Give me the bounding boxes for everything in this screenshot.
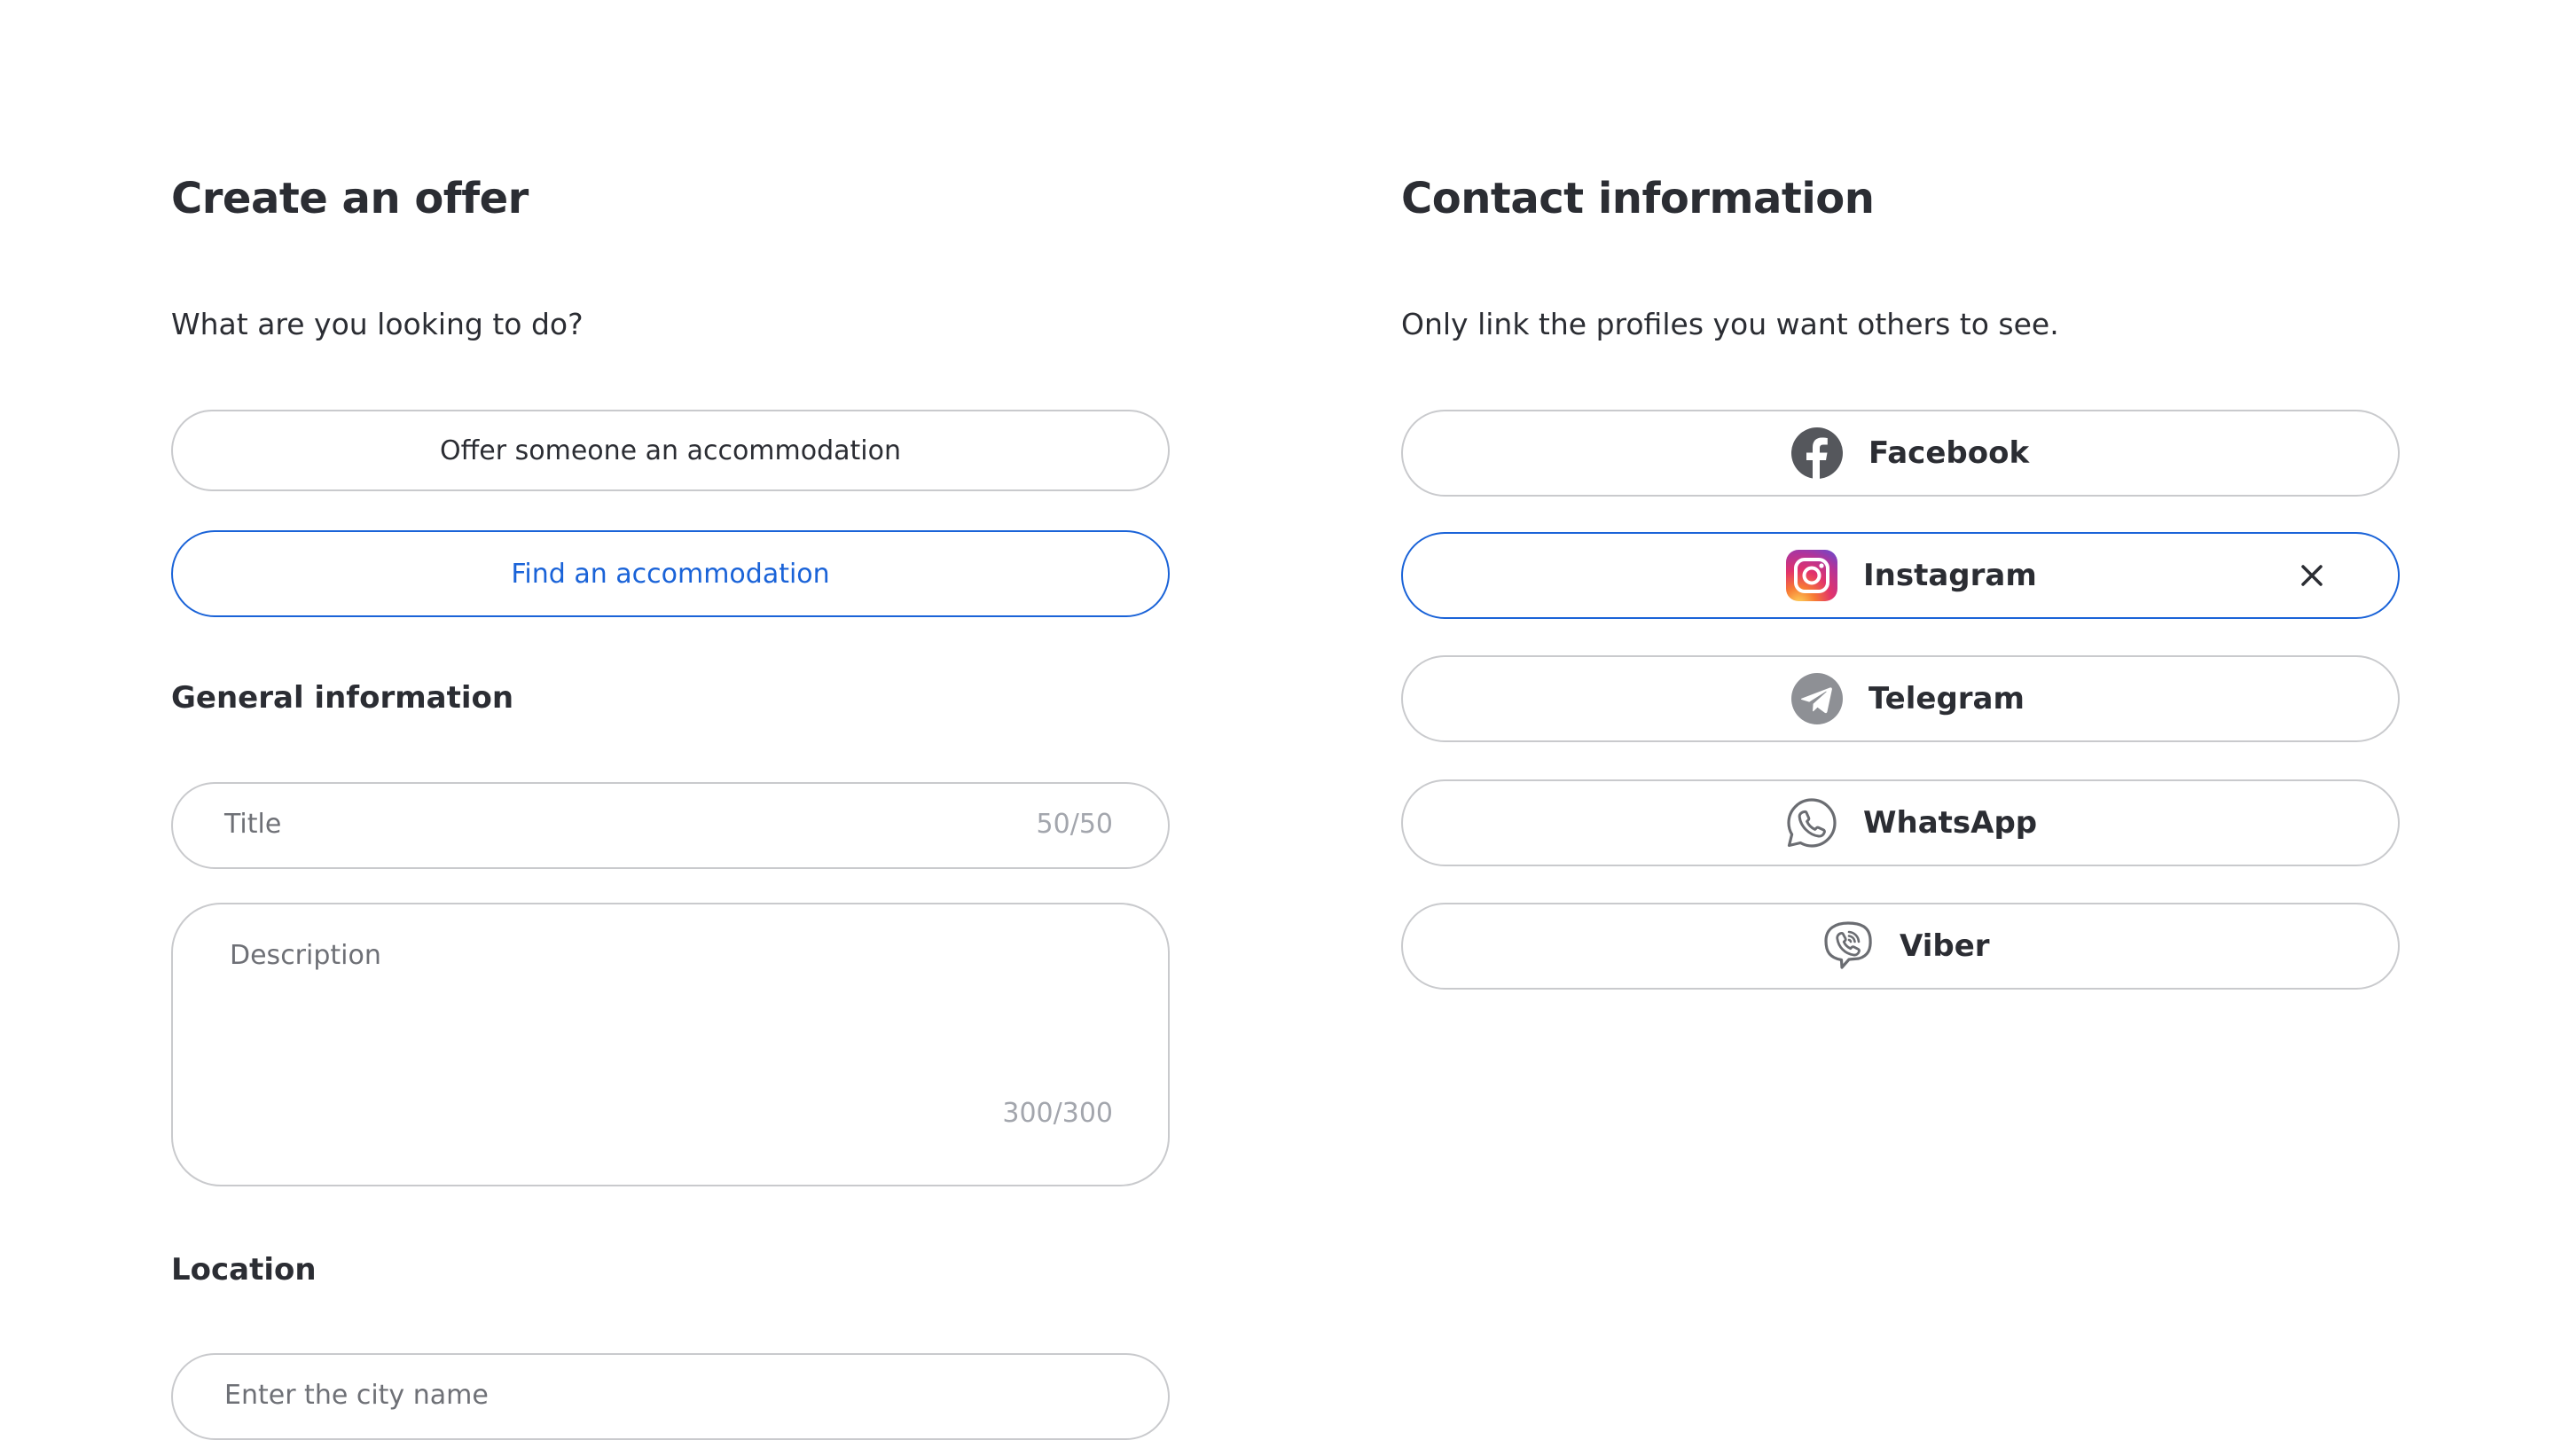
instagram-profile-button[interactable]: Instagram [1401,532,2400,619]
offer-question: What are you looking to do? [171,307,584,341]
contact-subtitle: Only link the profiles you want others t… [1401,307,2059,341]
close-icon[interactable] [2295,559,2329,592]
title-placeholder: Title [224,809,282,840]
description-placeholder: Description [230,940,381,971]
city-input[interactable]: Enter the city name [171,1353,1170,1440]
description-char-counter: 300/300 [1002,1098,1113,1129]
whatsapp-icon [1785,796,1838,849]
description-textarea[interactable]: Description 300/300 [171,903,1170,1186]
find-accommodation-option[interactable]: Find an accommodation [171,530,1170,617]
telegram-profile-button[interactable]: Telegram [1401,655,2400,742]
facebook-label: Facebook [1868,435,2030,471]
general-information-heading: General information [171,680,514,716]
facebook-profile-button[interactable]: Facebook [1401,410,2400,497]
title-char-counter: 50/50 [1036,809,1113,840]
offer-accommodation-option[interactable]: Offer someone an accommodation [171,410,1170,491]
find-accommodation-option-label: Find an accommodation [511,558,830,590]
city-placeholder: Enter the city name [224,1380,489,1411]
contact-information-heading: Contact information [1401,174,1875,223]
whatsapp-profile-button[interactable]: WhatsApp [1401,779,2400,866]
telegram-label: Telegram [1868,681,2025,716]
offer-accommodation-option-label: Offer someone an accommodation [440,434,901,466]
title-input[interactable]: Title 50/50 [171,782,1170,869]
whatsapp-label: WhatsApp [1863,805,2038,841]
viber-profile-button[interactable]: Viber [1401,903,2400,990]
facebook-icon [1790,427,1844,480]
instagram-icon [1785,549,1838,602]
instagram-label: Instagram [1863,558,2037,593]
location-heading: Location [171,1252,317,1288]
viber-icon [1821,920,1875,973]
create-offer-heading: Create an offer [171,174,529,223]
telegram-icon [1790,672,1844,725]
viber-label: Viber [1900,928,1990,964]
